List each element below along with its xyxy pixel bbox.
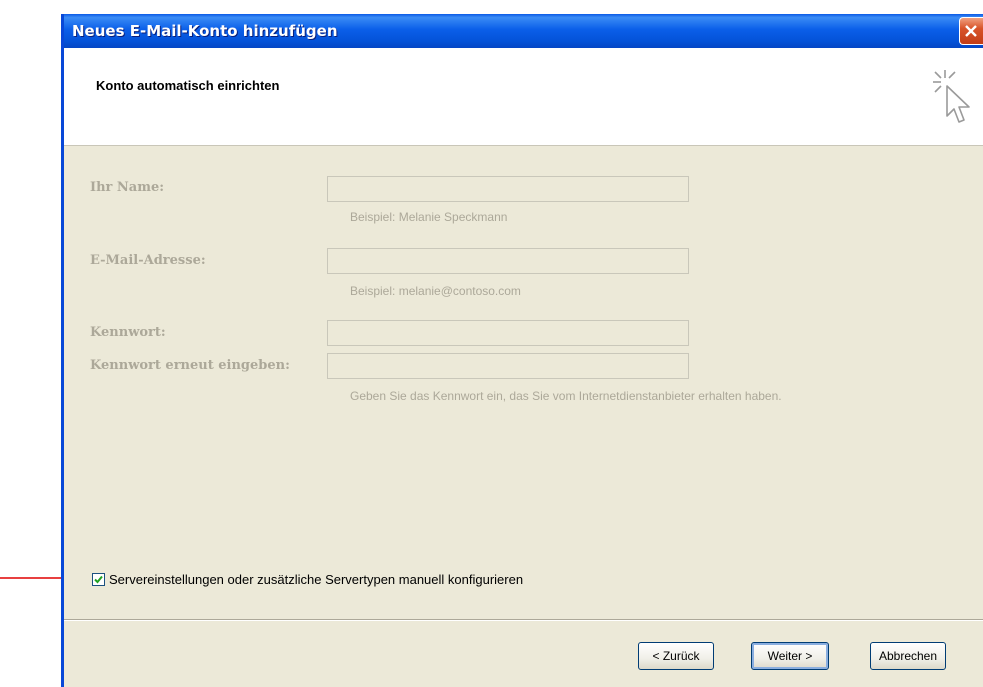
email-hint: Beispiel: melanie@contoso.com	[350, 284, 521, 298]
footer-divider	[64, 619, 983, 621]
email-input[interactable]	[327, 248, 689, 274]
password-input[interactable]	[327, 320, 689, 346]
password-label: Kennwort:	[90, 325, 166, 340]
manual-config-label: Servereinstellungen oder zusätzliche Ser…	[109, 571, 524, 587]
password-hint: Geben Sie das Kennwort ein, das Sie vom …	[350, 389, 782, 403]
manual-config-checkbox[interactable]	[92, 572, 105, 586]
next-button[interactable]: Weiter >	[751, 642, 829, 670]
name-hint: Beispiel: Melanie Speckmann	[350, 210, 508, 224]
password-confirm-label: Kennwort erneut eingeben:	[90, 358, 290, 373]
name-input[interactable]	[327, 176, 689, 202]
header-band: Konto automatisch einrichten	[64, 48, 983, 146]
email-label: E-Mail-Adresse:	[90, 253, 206, 268]
add-email-account-dialog: Neues E-Mail-Konto hinzufügen Konto auto…	[61, 14, 983, 687]
title-bar: Neues E-Mail-Konto hinzufügen	[64, 14, 983, 48]
name-label: Ihr Name:	[90, 180, 165, 195]
manual-config-option[interactable]: Servereinstellungen oder zusätzliche Ser…	[92, 570, 523, 588]
sparkle-cursor-icon	[933, 70, 970, 123]
close-icon	[965, 25, 977, 37]
cancel-button[interactable]: Abbrechen	[870, 642, 946, 670]
checkmark-icon	[94, 575, 103, 583]
window-title: Neues E-Mail-Konto hinzufügen	[72, 22, 338, 40]
close-button[interactable]	[959, 17, 983, 45]
page-title: Konto automatisch einrichten	[96, 78, 280, 93]
password-confirm-input[interactable]	[327, 353, 689, 379]
back-button[interactable]: < Zurück	[638, 642, 714, 670]
